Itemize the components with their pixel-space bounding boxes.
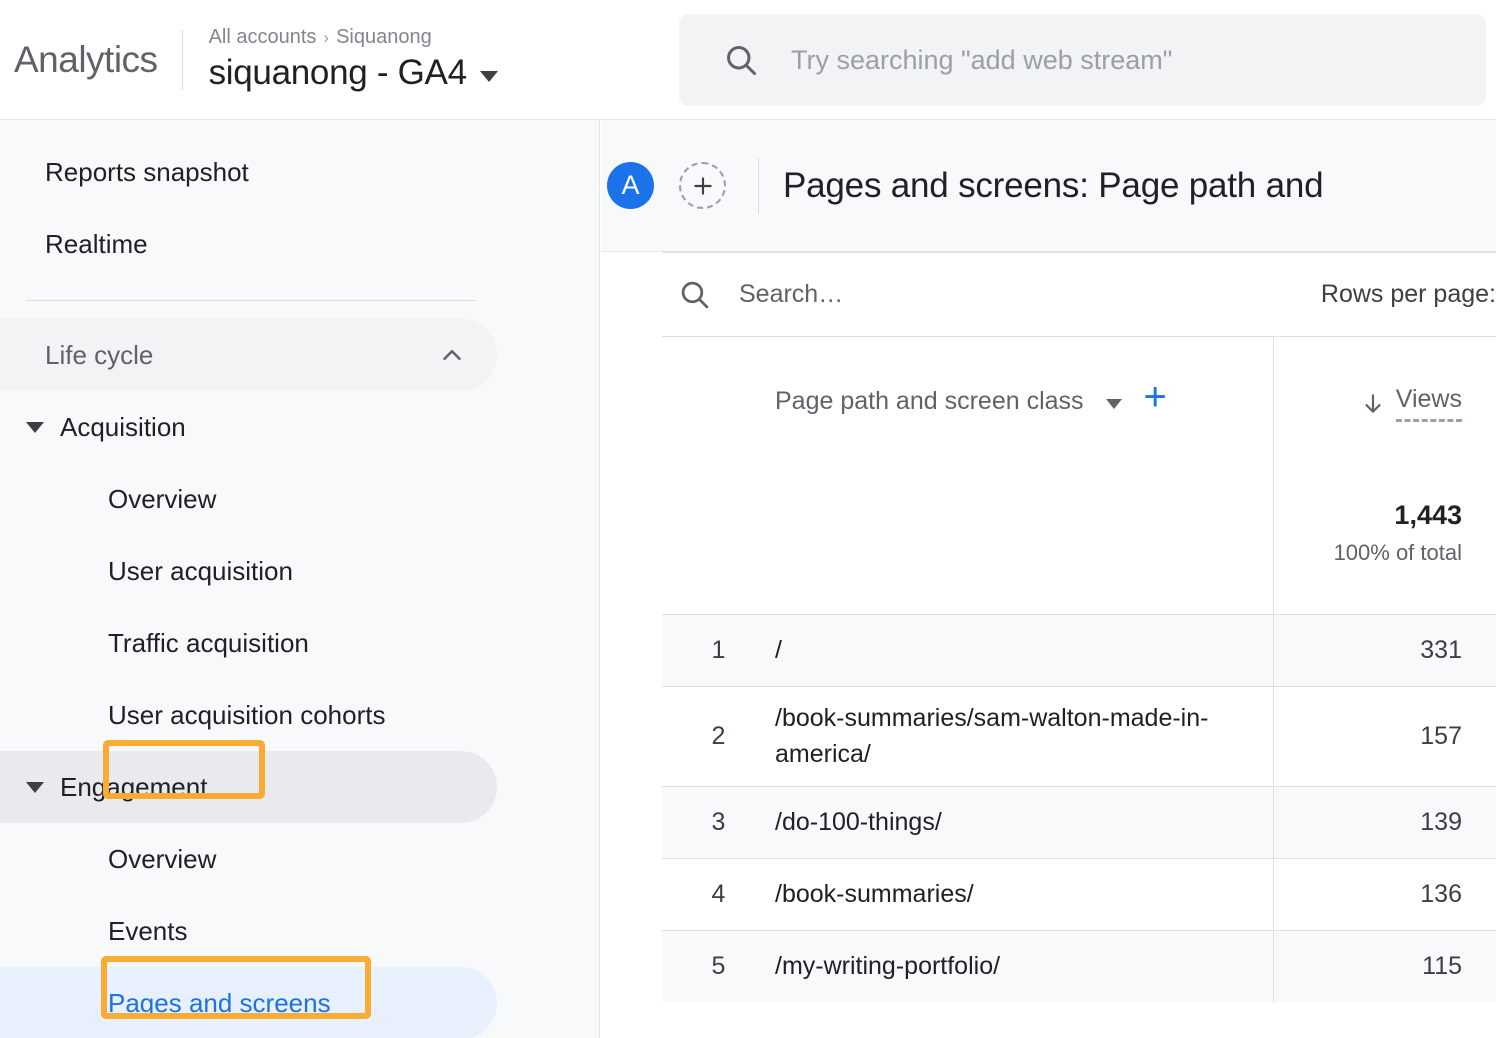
row-views: 115: [1274, 931, 1496, 1002]
row-views: 139: [1274, 787, 1496, 858]
row-index: 5: [662, 931, 775, 1002]
table-header-row: Page path and screen class + Views: [662, 336, 1496, 614]
dimension-header-label: Page path and screen class: [775, 387, 1084, 416]
row-views: 331: [1274, 615, 1496, 686]
sidebar-section-label: Life cycle: [45, 340, 153, 371]
header-divider: [758, 158, 759, 214]
plus-icon[interactable]: +: [1144, 385, 1167, 409]
sidebar-item-reports-snapshot[interactable]: Reports snapshot: [0, 136, 497, 208]
metric-total-subtext: 100% of total: [1334, 540, 1462, 566]
table-row[interactable]: 2 /book-summaries/sam-walton-made-in-ame…: [662, 686, 1496, 786]
sidebar-item-pages-and-screens[interactable]: Pages and screens: [0, 967, 497, 1038]
data-table: Search… Rows per page: Page path and scr…: [601, 252, 1496, 1002]
row-views: 157: [1274, 687, 1496, 786]
dimension-column-header[interactable]: Page path and screen class +: [662, 337, 1274, 614]
sidebar-item-realtime[interactable]: Realtime: [0, 208, 497, 280]
caret-down-icon[interactable]: [480, 71, 498, 82]
metric-header-label: Views: [1396, 385, 1462, 422]
left-navigation: Reports snapshot Realtime Life cycle Acq…: [0, 120, 600, 1038]
arrow-down-icon: [1360, 391, 1386, 417]
global-search-input[interactable]: Try searching "add web stream": [791, 45, 1172, 76]
analytics-logo[interactable]: Analytics: [0, 39, 158, 81]
row-page-path[interactable]: /book-summaries/sam-walton-made-in-ameri…: [775, 687, 1274, 786]
triangle-down-icon[interactable]: [26, 422, 44, 433]
sidebar-group-engagement[interactable]: Engagement: [0, 751, 497, 823]
sidebar-section-life-cycle[interactable]: Life cycle: [0, 319, 497, 391]
analytics-app: Analytics All accounts › Siquanong siqua…: [0, 0, 1496, 1038]
row-page-path[interactable]: /do-100-things/: [775, 787, 1274, 858]
sidebar-item-user-acquisition[interactable]: User acquisition: [0, 535, 497, 607]
sidebar-item-engagement-overview[interactable]: Overview: [0, 823, 497, 895]
row-index: 2: [662, 687, 775, 786]
sidebar-group-label: Engagement: [60, 772, 207, 803]
row-index: 1: [662, 615, 775, 686]
header-divider: [182, 30, 183, 90]
metric-total-value: 1,443: [1394, 500, 1462, 531]
search-icon: [678, 278, 711, 311]
row-page-path[interactable]: /: [775, 615, 1274, 686]
row-index: 4: [662, 859, 775, 930]
breadcrumb: All accounts › Siquanong: [209, 26, 498, 49]
report-header: A Pages and screens: Page path and: [601, 120, 1496, 252]
sidebar-item-events[interactable]: Events: [0, 895, 497, 967]
global-search-bar[interactable]: Try searching "add web stream": [679, 14, 1486, 106]
caret-down-icon[interactable]: [1106, 399, 1122, 409]
sidebar-item-user-acquisition-cohorts[interactable]: User acquisition cohorts: [0, 679, 497, 751]
row-page-path[interactable]: /my-writing-portfolio/: [775, 931, 1274, 1002]
sidebar-item-traffic-acquisition[interactable]: Traffic acquisition: [0, 607, 497, 679]
triangle-down-icon[interactable]: [26, 782, 44, 793]
breadcrumb-account-name[interactable]: Siquanong: [336, 26, 432, 49]
search-icon: [723, 42, 759, 78]
sidebar-item-acquisition-overview[interactable]: Overview: [0, 463, 497, 535]
chevron-right-icon: ›: [323, 28, 329, 48]
table-row[interactable]: 3 /do-100-things/ 139: [662, 786, 1496, 858]
table-search-input[interactable]: Search…: [739, 280, 843, 309]
table-row[interactable]: 4 /book-summaries/ 136: [662, 858, 1496, 930]
sidebar-group-label: Acquisition: [60, 412, 186, 443]
table-row[interactable]: 5 /my-writing-portfolio/ 115: [662, 930, 1496, 1002]
metric-column-header: Views 1,443 100% of total: [1274, 337, 1496, 614]
account-selector[interactable]: All accounts › Siquanong siquanong - GA4: [209, 26, 498, 93]
add-comparison-button[interactable]: [679, 162, 726, 209]
property-name: siquanong - GA4: [209, 53, 467, 93]
avatar[interactable]: A: [607, 162, 654, 209]
sidebar-divider: [26, 300, 476, 301]
row-page-path[interactable]: /book-summaries/: [775, 859, 1274, 930]
breadcrumb-all-accounts[interactable]: All accounts: [209, 26, 317, 49]
top-bar: Analytics All accounts › Siquanong siqua…: [0, 0, 1496, 120]
report-content: A Pages and screens: Page path and Searc: [601, 120, 1496, 1038]
metric-sort-control[interactable]: Views: [1360, 337, 1462, 422]
table-row[interactable]: 1 / 331: [662, 614, 1496, 686]
row-index: 3: [662, 787, 775, 858]
sidebar-group-acquisition[interactable]: Acquisition: [0, 391, 497, 463]
property-selector[interactable]: siquanong - GA4: [209, 53, 498, 93]
chevron-up-icon[interactable]: [437, 340, 467, 370]
row-views: 136: [1274, 859, 1496, 930]
rows-per-page-label[interactable]: Rows per page:: [1321, 280, 1496, 309]
table-search-row: Search… Rows per page:: [662, 252, 1496, 336]
page-title: Pages and screens: Page path and: [783, 166, 1323, 206]
